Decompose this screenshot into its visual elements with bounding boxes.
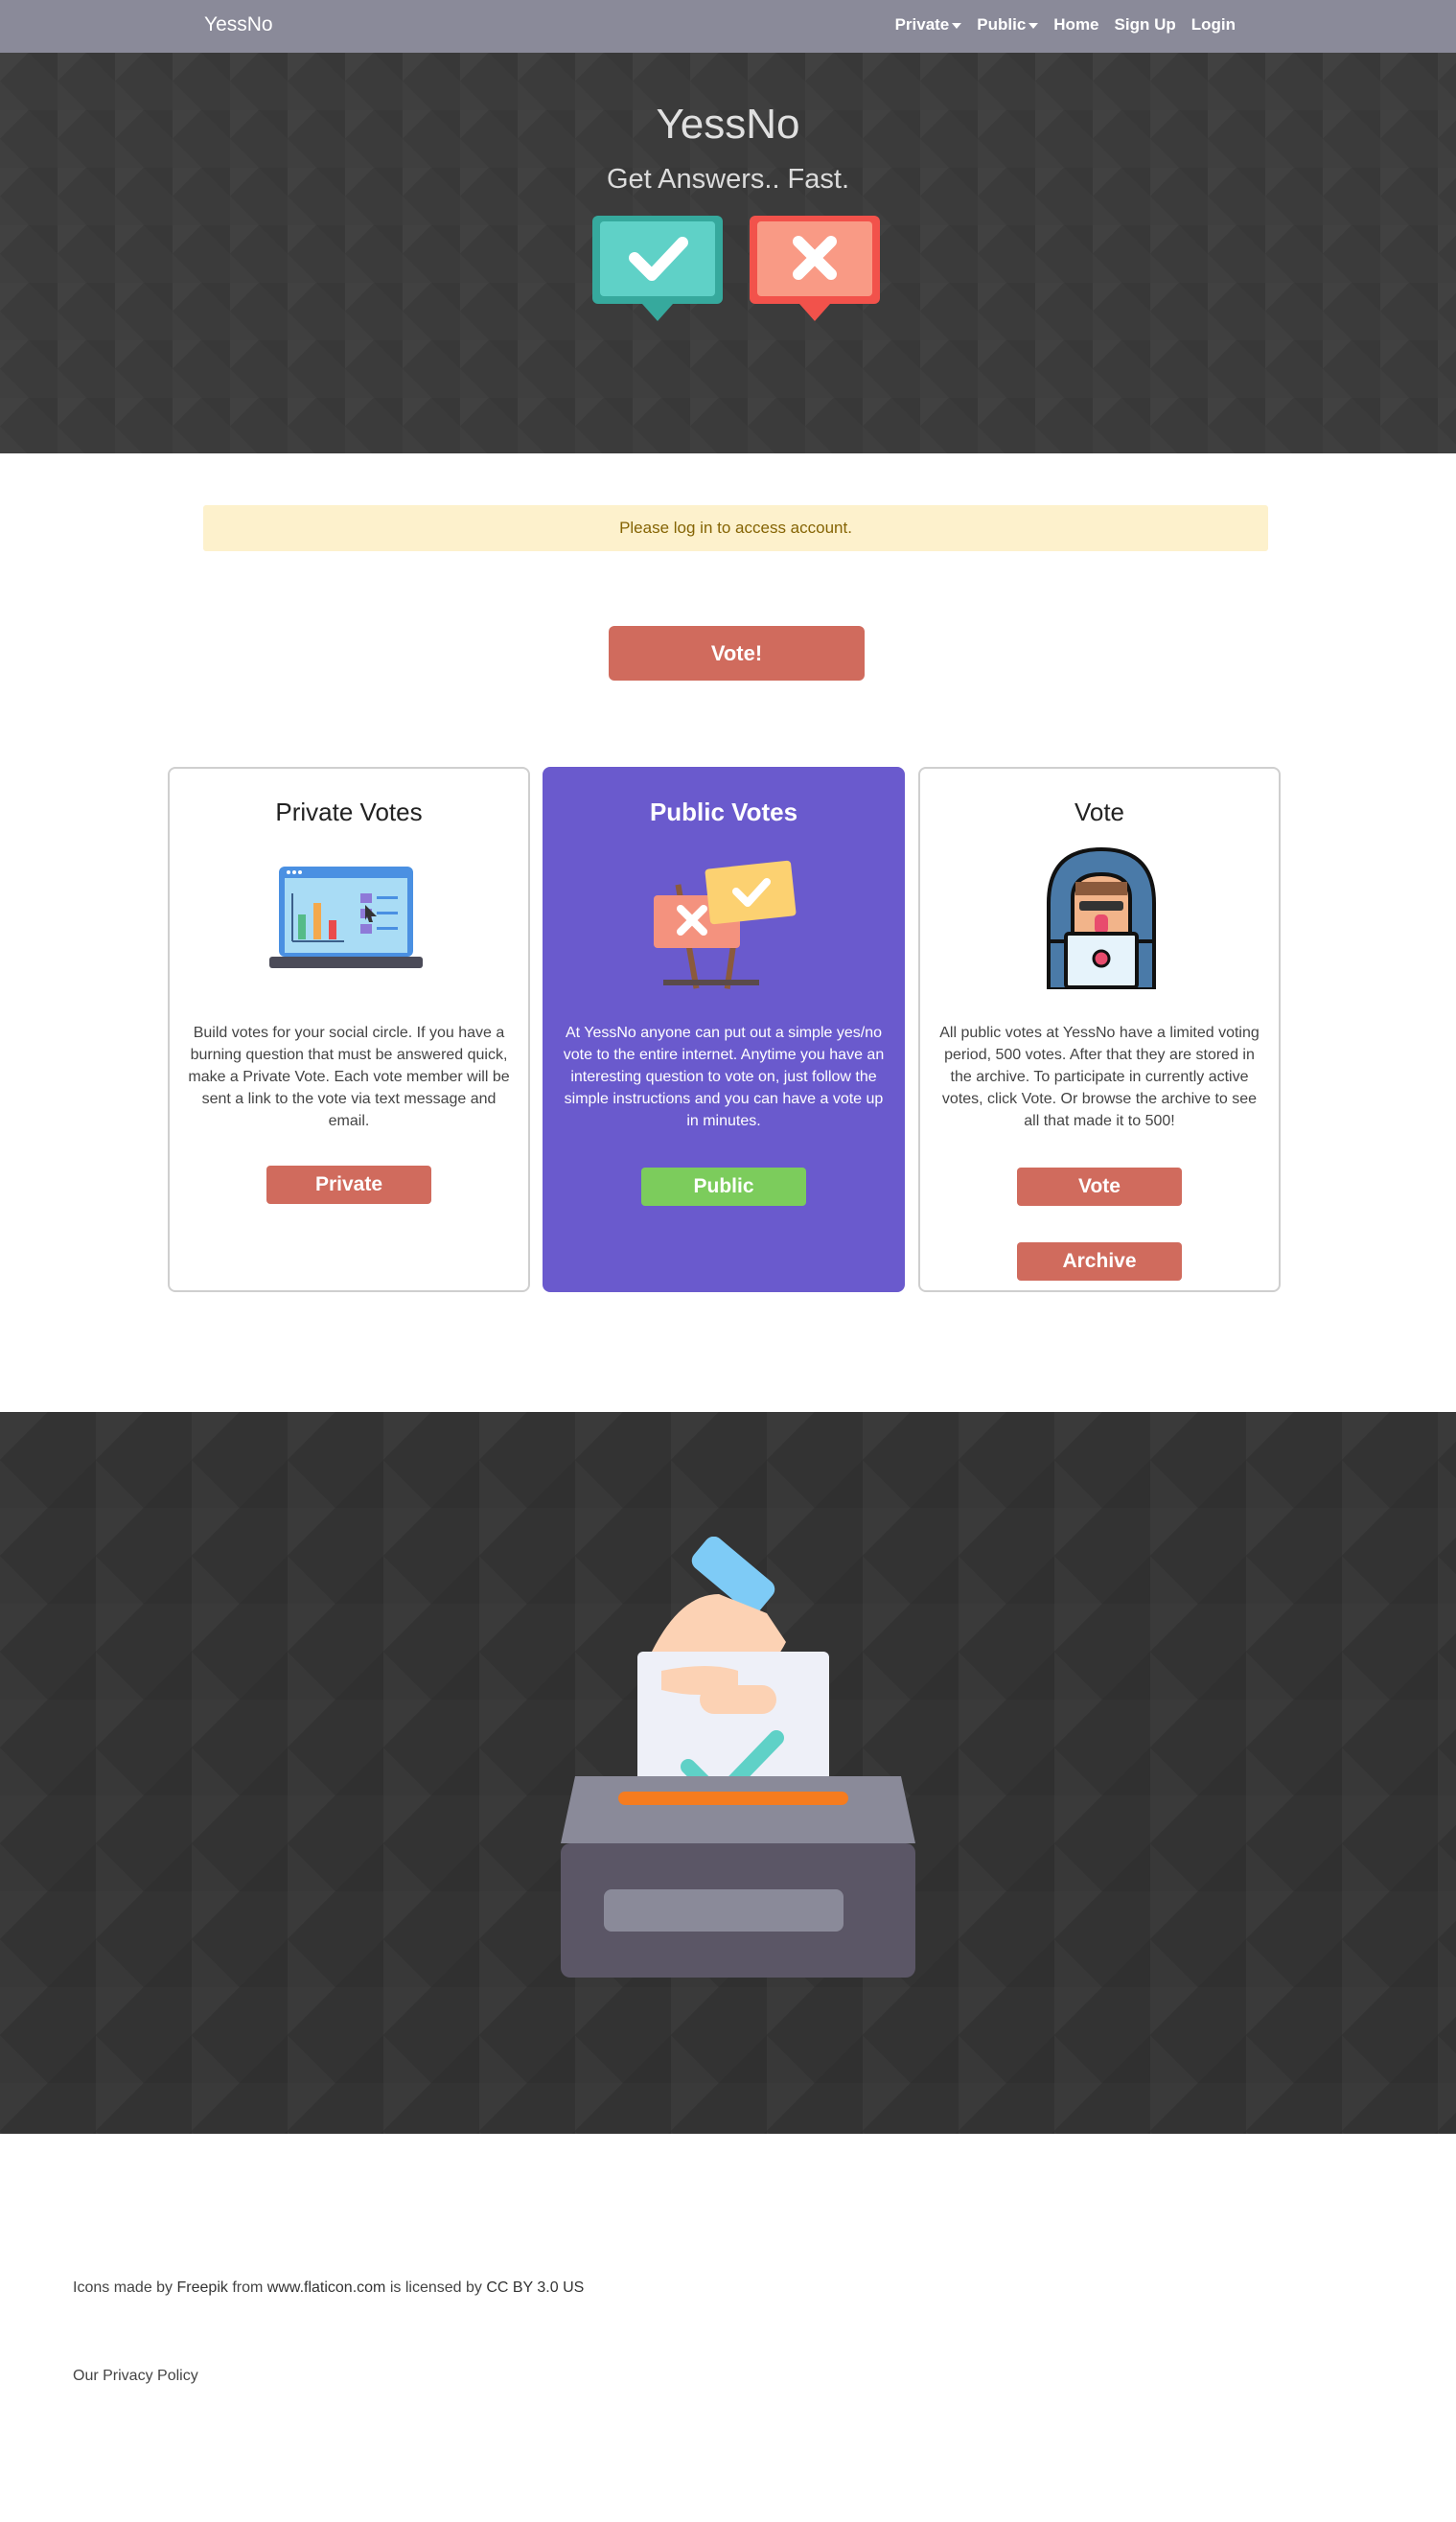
hero-icons (592, 216, 880, 321)
brand-logo[interactable]: YessNo (204, 13, 273, 36)
card-title: Vote (1074, 798, 1125, 826)
nav-signup[interactable]: Sign Up (1115, 15, 1176, 35)
freepik-link[interactable]: Freepik (177, 2279, 228, 2296)
footer-credit: Icons made by Freepik from www.flaticon.… (73, 2279, 584, 2297)
credit-license-prefix: is licensed by (389, 2279, 482, 2296)
nav-links: Private Public Home Sign Up Login (895, 15, 1236, 35)
navbar: YessNo Private Public Home Sign Up Login (0, 0, 1456, 53)
vote-button[interactable]: Vote! (609, 626, 865, 681)
ballot-section (0, 1412, 1456, 2134)
nav-private-dropdown[interactable]: Private (895, 15, 962, 35)
hero: YessNo Get Answers.. Fast. (0, 53, 1456, 453)
card-title: Public Votes (649, 798, 798, 826)
laptop-chart-icon (269, 867, 423, 968)
nav-home[interactable]: Home (1053, 15, 1098, 35)
privacy-policy-link[interactable]: Our Privacy Policy (73, 2368, 198, 2385)
card-public-votes: Public Votes At YessNo anyone can put ou… (543, 767, 905, 1292)
flaticon-link[interactable]: www.flaticon.com (267, 2279, 386, 2296)
yes-check-icon (592, 216, 723, 321)
nav-login[interactable]: Login (1191, 15, 1236, 35)
nav-public-dropdown[interactable]: Public (977, 15, 1039, 35)
credit-prefix: Icons made by (73, 2279, 173, 2296)
caret-down-icon (1028, 22, 1039, 29)
license-link[interactable]: CC BY 3.0 US (486, 2279, 584, 2296)
card-vote: Vote All public votes at YessNo have a l… (918, 767, 1281, 1292)
credit-from: from (232, 2279, 264, 2296)
hero-subtitle: Get Answers.. Fast. (606, 164, 850, 195)
hooded-hacker-icon (1047, 846, 1156, 989)
nav-private-label: Private (894, 15, 950, 34)
hero-title: YessNo (656, 101, 800, 148)
card-title: Private Votes (275, 798, 423, 826)
archive-button[interactable]: Archive (1017, 1242, 1182, 1281)
no-x-icon (750, 216, 880, 321)
caret-down-icon (952, 22, 962, 29)
vote-card-button[interactable]: Vote (1017, 1168, 1182, 1206)
private-button[interactable]: Private (266, 1166, 431, 1204)
login-alert: Please log in to access account. (203, 505, 1268, 551)
card-description: All public votes at YessNo have a limite… (939, 1025, 1260, 1129)
card-private-votes: Private Votes Build votes for your socia… (168, 767, 530, 1292)
nav-public-label: Public (977, 15, 1027, 34)
ballot-box-icon (561, 1537, 915, 1978)
card-description: Build votes for your social circle. If y… (188, 1025, 510, 1129)
card-description: At YessNo anyone can put out a simple ye… (563, 1025, 885, 1129)
signs-icon (654, 860, 797, 989)
public-button[interactable]: Public (641, 1168, 806, 1206)
